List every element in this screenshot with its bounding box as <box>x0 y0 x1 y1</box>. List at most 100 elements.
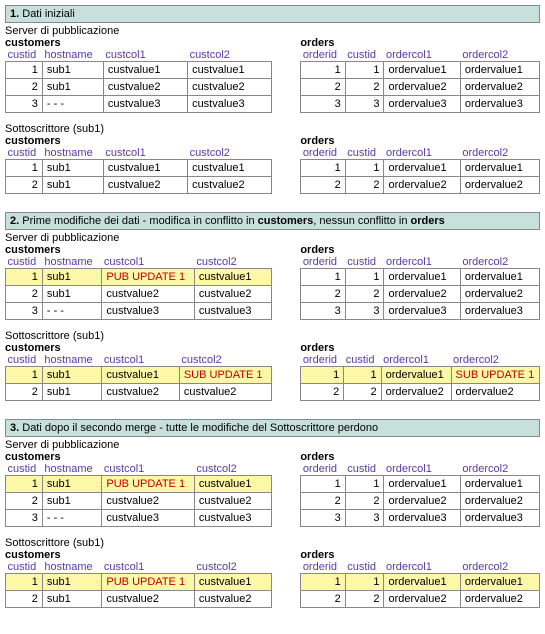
cell: sub1 <box>42 177 103 194</box>
orders-block: ordersorderidcustidordercol1ordercol211o… <box>300 244 540 320</box>
cell: 1 <box>345 160 384 177</box>
table-row: 1sub1PUB UPDATE 1custvalue1 <box>6 574 272 591</box>
orders-block: ordersorderidcustidordercol1ordercol211o… <box>300 451 540 527</box>
cell: sub1 <box>42 160 103 177</box>
cell: 2 <box>6 177 43 194</box>
cell: custvalue2 <box>102 493 194 510</box>
group-label: Sottoscrittore (sub1) <box>5 330 540 342</box>
col-header: custcol2 <box>194 463 271 476</box>
cell: ordervalue2 <box>384 493 460 510</box>
col-header: orderid <box>301 49 345 62</box>
tables-row: customerscustidhostnamecustcol1custcol21… <box>5 244 540 320</box>
customers-block: customerscustidhostnamecustcol1custcol21… <box>5 135 272 194</box>
cell: 1 <box>6 62 43 79</box>
cell: ordervalue2 <box>384 591 460 608</box>
cell: sub1 <box>42 269 102 286</box>
table-row: 22ordervalue2ordervalue2 <box>301 286 540 303</box>
table-row: 3- - -custvalue3custvalue3 <box>6 96 272 113</box>
cell: custvalue3 <box>188 96 272 113</box>
table-row: 11ordervalue1ordervalue1 <box>301 476 540 493</box>
col-header: ordercol2 <box>460 49 539 62</box>
cell: 1 <box>345 62 384 79</box>
customers-block: customerscustidhostnamecustcol1custcol21… <box>5 37 272 113</box>
table-title: customers <box>5 342 272 354</box>
data-table: orderidcustidordercol1ordercol211orderva… <box>300 256 540 320</box>
col-header: ordercol1 <box>384 463 460 476</box>
cell: ordervalue3 <box>384 96 460 113</box>
col-header: custid <box>6 463 43 476</box>
col-header: ordercol1 <box>384 49 460 62</box>
table-title: customers <box>5 451 272 463</box>
col-header: custid <box>345 561 384 574</box>
cell: sub1 <box>42 384 102 401</box>
cell: sub1 <box>42 574 102 591</box>
cell: ordervalue2 <box>460 591 539 608</box>
table-title: customers <box>5 244 272 256</box>
table-row: 22ordervalue2ordervalue2 <box>301 591 540 608</box>
cell: custvalue1 <box>194 269 271 286</box>
cell: 3 <box>6 510 43 527</box>
data-table: custidhostnamecustcol1custcol21sub1custv… <box>5 147 272 194</box>
cell: custvalue2 <box>194 286 271 303</box>
cell: custvalue2 <box>103 79 187 96</box>
table-row: 1sub1PUB UPDATE 1custvalue1 <box>6 476 272 493</box>
tables-row: customerscustidhostnamecustcol1custcol21… <box>5 37 540 113</box>
document-root: 1. Dati inizialiServer di pubblicazionec… <box>5 5 540 626</box>
col-header: custcol1 <box>103 147 187 160</box>
data-table: custidhostnamecustcol1custcol21sub1custv… <box>5 49 272 113</box>
cell: ordervalue2 <box>460 286 539 303</box>
col-header: orderid <box>301 147 345 160</box>
cell: 1 <box>344 367 381 384</box>
data-table: orderidcustidordercol1ordercol211orderva… <box>300 561 540 608</box>
cell: 2 <box>345 493 384 510</box>
cell: ordervalue2 <box>384 177 460 194</box>
col-header: ordercol1 <box>384 561 460 574</box>
cell: ordervalue2 <box>381 384 451 401</box>
col-header: custid <box>6 561 43 574</box>
cell: custvalue1 <box>188 160 272 177</box>
cell: ordervalue3 <box>460 303 539 320</box>
cell: 3 <box>6 303 43 320</box>
cell: sub1 <box>42 476 102 493</box>
table-title: orders <box>300 342 540 354</box>
col-header: ordercol1 <box>384 256 460 269</box>
cell: 1 <box>301 476 345 493</box>
cell: ordervalue1 <box>460 574 539 591</box>
col-header: ordercol1 <box>384 147 460 160</box>
cell: ordervalue1 <box>460 62 539 79</box>
group-label: Server di pubblicazione <box>5 439 540 451</box>
table-title: customers <box>5 37 272 49</box>
table-row: 22ordervalue2ordervalue2 <box>301 79 540 96</box>
cell: 2 <box>301 493 345 510</box>
table-row: 11ordervalue1ordervalue1 <box>301 269 540 286</box>
cell: ordervalue2 <box>451 384 539 401</box>
table-row: 2sub1custvalue2custvalue2 <box>6 79 272 96</box>
tables-row: customerscustidhostnamecustcol1custcol21… <box>5 549 540 608</box>
cell: sub1 <box>42 591 102 608</box>
table-title: customers <box>5 549 272 561</box>
cell: 2 <box>301 384 344 401</box>
cell: ordervalue2 <box>460 79 539 96</box>
col-header: hostname <box>42 354 102 367</box>
cell: 1 <box>6 367 43 384</box>
cell: custvalue1 <box>194 574 271 591</box>
customers-block: customerscustidhostnamecustcol1custcol21… <box>5 244 272 320</box>
section-header: 2. Prime modifiche dei dati - modifica i… <box>5 212 540 230</box>
customers-block: customerscustidhostnamecustcol1custcol21… <box>5 549 272 608</box>
col-header: orderid <box>301 463 345 476</box>
cell: 1 <box>345 574 384 591</box>
group-label: Server di pubblicazione <box>5 25 540 37</box>
cell: ordervalue2 <box>460 493 539 510</box>
cell: custvalue3 <box>194 510 271 527</box>
col-header: custid <box>6 256 43 269</box>
col-header: ordercol2 <box>460 256 539 269</box>
cell: custvalue2 <box>102 384 179 401</box>
table-title: customers <box>5 135 272 147</box>
cell: - - - <box>42 96 103 113</box>
col-header: orderid <box>301 256 345 269</box>
cell: 2 <box>6 591 43 608</box>
col-header: hostname <box>42 463 102 476</box>
col-header: custcol1 <box>102 561 194 574</box>
data-table: orderidcustidordercol1ordercol211orderva… <box>300 354 540 401</box>
cell: 1 <box>345 476 384 493</box>
